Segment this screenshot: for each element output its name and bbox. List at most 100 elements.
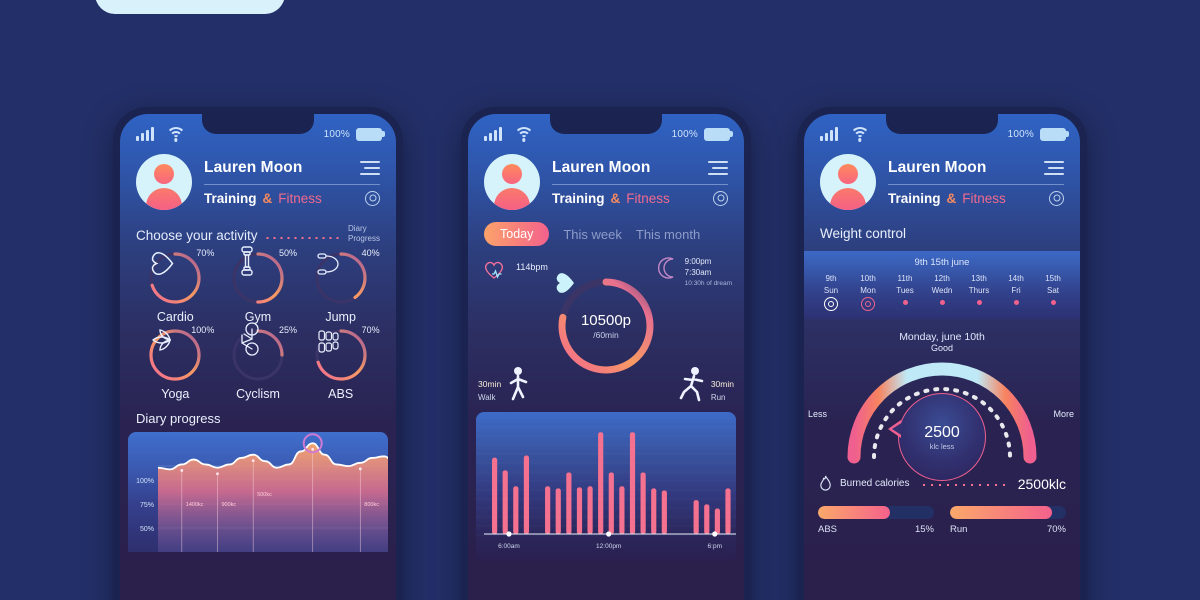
- selected-date: Monday, june 10th: [899, 331, 985, 343]
- phone-3-screen: 100% Lauren Moon Training & Fitness Weig…: [804, 114, 1080, 600]
- moon-icon: [657, 257, 673, 279]
- svg-text:500kc: 500kc: [257, 492, 272, 498]
- hamburger-menu-icon[interactable]: [360, 160, 380, 175]
- activity-jump[interactable]: 40% Jump: [299, 248, 382, 324]
- dot-leader: [263, 237, 342, 239]
- activity-label: Jump: [325, 310, 356, 324]
- activity-bar-chart[interactable]: 6:00am 12:00pm 6:pm: [476, 412, 736, 562]
- app-title-fitness: Fitness: [278, 190, 322, 206]
- heart-rate-stat: 114bpm: [482, 258, 548, 282]
- activity-ring: 40%: [314, 248, 380, 305]
- date-range: 9th 15th june: [914, 257, 970, 268]
- svg-text:900kc: 900kc: [222, 502, 237, 508]
- svg-text:75%: 75%: [140, 502, 154, 509]
- calorie-gauge[interactable]: Good Less More 2500 klc less: [808, 343, 1074, 481]
- battery-status: 100%: [324, 127, 385, 141]
- heart-pulse-icon: [485, 261, 503, 279]
- diary-progress-link[interactable]: Diary Progress: [348, 224, 380, 243]
- progress-run[interactable]: Run 70%: [950, 506, 1066, 535]
- tab-this-month[interactable]: This month: [636, 227, 700, 242]
- activity-cardio[interactable]: 70% Cardio: [134, 248, 217, 324]
- tab-this-week[interactable]: This week: [563, 227, 622, 242]
- dumbbell-icon: [231, 246, 285, 305]
- day-10th[interactable]: 10th Mon: [851, 274, 885, 311]
- burned-calories-value: 2500klc: [1017, 475, 1066, 492]
- activity-gym[interactable]: 50% Gym: [217, 246, 300, 324]
- gauge-label-more: More: [1053, 409, 1074, 419]
- day-number: 11th: [897, 274, 913, 283]
- activity-abs[interactable]: 70% ABS: [299, 325, 382, 401]
- diary-progress-chart[interactable]: 100%75%50%3000kc1400kc900kc500kc800kc: [128, 432, 388, 552]
- avatar[interactable]: [136, 154, 192, 210]
- battery-percent: 100%: [1007, 128, 1034, 140]
- progress-label: ABS: [818, 524, 838, 535]
- day-11th[interactable]: 11th Tues: [888, 274, 922, 311]
- day-weekday: Fri: [1011, 285, 1021, 295]
- profile-header: Lauren Moon Training & Fitness: [804, 148, 1080, 210]
- svg-text:12:00pm: 12:00pm: [596, 543, 621, 550]
- gear-icon[interactable]: [365, 190, 380, 206]
- phone-2-screen: 100% Lauren Moon Training & Fitness Toda…: [468, 114, 744, 600]
- divider: [888, 183, 1064, 185]
- day-weekday: Thurs: [968, 285, 990, 295]
- day-12th[interactable]: 12th Wedn: [925, 274, 959, 311]
- day-weekday: Sat: [1046, 285, 1059, 295]
- day-13th[interactable]: 13th Thurs: [962, 274, 996, 311]
- profile-header: Lauren Moon Training & Fitness: [120, 148, 396, 210]
- gear-icon[interactable]: [713, 190, 728, 206]
- day-number: 9th: [825, 274, 837, 283]
- day-marker: [902, 300, 908, 305]
- avatar[interactable]: [820, 154, 876, 210]
- wifi-icon: [850, 126, 870, 142]
- signal-bars-icon: [136, 127, 154, 141]
- gauge-value-bubble: 2500 klc less: [888, 393, 986, 481]
- activity-percent: 100%: [191, 325, 215, 335]
- activity-yoga[interactable]: 100% Yoga: [134, 325, 217, 401]
- activity-ring: 25%: [231, 322, 297, 382]
- day-weekday: Mon: [860, 285, 876, 295]
- hamburger-menu-icon[interactable]: [1044, 160, 1064, 175]
- profile-header: Lauren Moon Training & Fitness: [468, 148, 744, 210]
- sleep-bedtime: 9:00pm: [684, 257, 712, 266]
- choose-activity-label: Choose your activity: [136, 228, 258, 243]
- walk-unit: min: [487, 379, 502, 389]
- battery-percent: 100%: [671, 128, 698, 140]
- app-title-training: Training: [552, 190, 605, 206]
- app-title-ampersand: &: [262, 190, 273, 206]
- avatar[interactable]: [484, 154, 540, 210]
- day-list: 9th Sun 10th Mon 11th Tues 12th Wedn 13th Thurs 14…: [814, 274, 1070, 311]
- day-marker: [939, 300, 945, 305]
- heart-rate-value: 114bpm: [516, 262, 548, 272]
- progress-track: [818, 506, 934, 519]
- diary-progress-line2: Progress: [347, 233, 380, 243]
- day-14th[interactable]: 14th Fri: [999, 274, 1033, 311]
- day-number: 10th: [860, 274, 876, 283]
- signal-bars-icon: [484, 127, 502, 141]
- diary-progress-heading: Diary progress: [136, 411, 221, 426]
- svg-text:1400kc: 1400kc: [186, 502, 204, 508]
- phone-2: 100% Lauren Moon Training & Fitness Toda…: [461, 107, 751, 600]
- day-marker: [1050, 300, 1056, 305]
- day-15th[interactable]: 15th Sat: [1036, 274, 1070, 311]
- activity-cyclism[interactable]: 25% Cyclism: [217, 322, 300, 401]
- phone-3: 100% Lauren Moon Training & Fitness Weig…: [797, 107, 1087, 600]
- activity-label: Yoga: [161, 387, 190, 401]
- gear-icon[interactable]: [1049, 190, 1064, 206]
- progress-abs[interactable]: ABS 15%: [818, 506, 934, 535]
- steps-ring[interactable]: 10500p /60min: [552, 272, 660, 380]
- tab-today[interactable]: Today: [484, 222, 550, 246]
- progress-label: Run: [950, 524, 968, 535]
- hamburger-menu-icon[interactable]: [708, 160, 728, 175]
- app-title-fitness: Fitness: [962, 190, 1006, 206]
- day-number: 13th: [971, 274, 987, 283]
- day-9th[interactable]: 9th Sun: [814, 274, 848, 311]
- walk-stat: 30min Walk: [478, 366, 531, 402]
- activity-ring: 100%: [148, 325, 214, 382]
- abs-icon: [314, 328, 368, 382]
- user-name: Lauren Moon: [204, 158, 303, 176]
- divider: [552, 183, 728, 185]
- dot-leader: [920, 484, 1007, 486]
- activity-label: Cyclism: [236, 387, 280, 401]
- day-marker: [976, 300, 982, 305]
- svg-text:100%: 100%: [136, 478, 154, 485]
